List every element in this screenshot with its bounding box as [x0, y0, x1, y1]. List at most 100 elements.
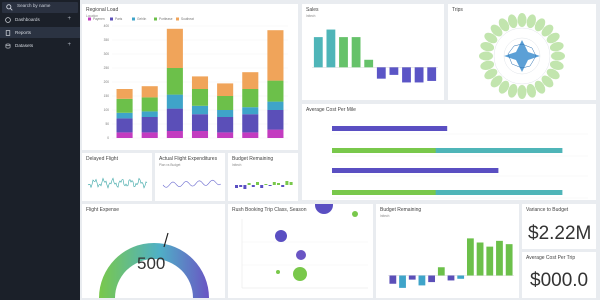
- report-icon: [5, 29, 11, 36]
- legend-swatch: [88, 17, 91, 21]
- sidebar-item-label: Datasets: [15, 43, 34, 48]
- legend-label: Paris: [115, 17, 123, 21]
- flight-expense-gauge: [99, 232, 209, 298]
- ring-leaf: [551, 51, 565, 61]
- bar-segment: [332, 190, 436, 195]
- delayed-flight-panel[interactable]: Delayed Flight: [82, 153, 152, 201]
- rush-booking-panel[interactable]: Rush Booking Trip Class, Season: [228, 204, 373, 298]
- bar: [428, 275, 436, 283]
- bar-segment: [242, 72, 259, 89]
- delayed-flight-chart: [87, 177, 148, 189]
- avg-cost-per-mile-panel[interactable]: Average Cost Per Mile: [302, 104, 596, 200]
- y-tick-label: 0: [107, 136, 109, 140]
- dashboard-icon: [5, 16, 11, 23]
- delayed-line: [87, 177, 148, 189]
- y-tick-label: 300: [104, 52, 110, 56]
- y-tick-label: 200: [104, 80, 110, 84]
- expand-icon[interactable]: +: [67, 16, 71, 22]
- avg-cost-trip-value: $000.0: [530, 270, 589, 291]
- bar-segment: [116, 118, 133, 133]
- budget-remaining-small-panel[interactable]: Budget Remaining Initech: [228, 153, 298, 201]
- bar-segment: [166, 28, 183, 68]
- bar: [399, 275, 406, 288]
- variance-panel[interactable]: Variance to Budget $2.22M: [522, 204, 596, 249]
- sidebar: Search by name Dashboards + Reports Data…: [0, 0, 80, 300]
- bar: [376, 67, 386, 79]
- avg-cost-chart: [332, 126, 588, 199]
- bubble: [296, 250, 306, 260]
- sidebar-item-label: Reports: [15, 30, 32, 35]
- sidebar-item-datasets[interactable]: Datasets +: [0, 40, 80, 51]
- bar-segment: [141, 86, 158, 98]
- avg-cost-per-trip-panel[interactable]: Average Cost Per Trip $000.0: [522, 252, 596, 298]
- y-tick-label: 150: [104, 94, 110, 98]
- bar-segment: [191, 89, 209, 106]
- bar: [505, 244, 513, 276]
- sidebar-item-reports[interactable]: Reports: [0, 27, 80, 38]
- trips-radar-area: [504, 40, 540, 72]
- bar: [332, 126, 448, 131]
- bar-segment: [116, 112, 133, 119]
- dataset-icon: [5, 43, 11, 48]
- bar: [389, 67, 399, 75]
- search-placeholder: Search by name: [17, 3, 51, 8]
- bubble: [352, 211, 358, 217]
- bar: [285, 181, 289, 185]
- bar-segment: [141, 117, 158, 133]
- bar: [476, 242, 484, 276]
- bar-segment: [191, 105, 209, 115]
- bar: [418, 275, 426, 286]
- sidebar-item-dashboards[interactable]: Dashboards +: [0, 14, 80, 25]
- bar-segment: [166, 68, 183, 95]
- bar-segment: [242, 107, 259, 115]
- legend-swatch: [110, 17, 113, 21]
- bar: [281, 185, 285, 187]
- bar-segment: [141, 111, 158, 117]
- bar: [251, 185, 255, 187]
- bar: [239, 185, 243, 187]
- legend-label: Southeat: [181, 17, 194, 21]
- budget-remaining-chart: [388, 238, 514, 288]
- trips-radar-chart: [479, 13, 565, 99]
- gauge-value: 500: [137, 254, 166, 273]
- legend-swatch: [132, 17, 135, 21]
- ring-leaf: [479, 51, 493, 61]
- bar: [277, 183, 280, 185]
- bubble: [315, 204, 333, 214]
- sidebar-item-label: Dashboards: [15, 17, 40, 22]
- ring-leaf: [517, 85, 527, 99]
- flight-expense-panel[interactable]: Flight Expense 500: [82, 204, 225, 298]
- bar-segment: [267, 110, 284, 130]
- rush-booking-bubble-chart: [241, 204, 368, 289]
- bar: [243, 185, 247, 189]
- budget-remaining-panel[interactable]: Budget Remaining Initech: [376, 204, 519, 298]
- expand-icon[interactable]: +: [67, 42, 71, 48]
- bubble: [276, 270, 280, 274]
- bar: [496, 240, 503, 276]
- legend-label: Paymen: [93, 17, 105, 21]
- legend-label: Portlease: [159, 17, 173, 21]
- sales-panel[interactable]: Sales Initech: [302, 4, 444, 100]
- regional-load-chart: Paymen Paris Gehlin Portlease Southeat 400 35…: [88, 17, 288, 140]
- bar-segment: [141, 97, 158, 112]
- search-icon: [6, 4, 13, 11]
- bar: [332, 168, 499, 173]
- expenditures-chart: [162, 179, 221, 188]
- search-input[interactable]: Search by name: [2, 2, 78, 13]
- trips-panel[interactable]: Trips: [448, 4, 596, 100]
- bar: [313, 37, 323, 68]
- bar: [486, 246, 494, 276]
- y-tick-label: 100: [104, 108, 110, 112]
- regional-load-panel[interactable]: Regional Load Location Paymen Paris Gehlin…: [82, 4, 298, 150]
- actual-expenditures-panel[interactable]: Actual Flight Expenditures Plan vs Budge…: [155, 153, 225, 201]
- bar-segment: [242, 114, 259, 133]
- bar: [364, 59, 374, 68]
- bubble: [275, 230, 287, 242]
- bar: [457, 275, 465, 279]
- y-tick-label: 50: [105, 122, 109, 126]
- bar-segment: [217, 83, 234, 96]
- bar-segment: [267, 30, 284, 81]
- bar: [427, 67, 437, 81]
- bar-segment: [267, 101, 284, 110]
- bar-segment: [116, 98, 133, 113]
